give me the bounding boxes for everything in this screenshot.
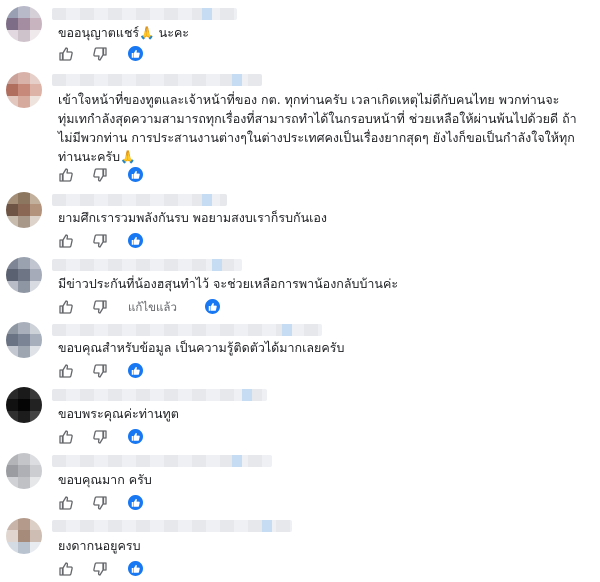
comment-text: ขอบคุณมาก ครับ [58,470,152,489]
comment-line: มีข่าวประกันที่น้องฮสุนทำไว้ จะช่วยเหลือ… [58,276,399,291]
thumbs-up-icon[interactable] [58,429,74,445]
comment-line: ยามศึกเรารวมพลังกันรบ พอยามสงบเราก็รบกัน… [58,210,328,225]
comment-text: ขออนุญาตแชร์🙏 นะคะ [58,23,189,42]
like-reaction-icon[interactable] [205,299,220,314]
commenter-name-blurred[interactable] [52,194,227,206]
comment-line: เข้าใจหน้าที่ของทูตและเจ้าหน้าที่ของ กต.… [58,92,560,107]
comment-text: ยงดากนอยูครบ [58,536,141,555]
thumbs-down-icon[interactable] [92,561,108,577]
like-reaction-icon[interactable] [128,233,143,248]
thumbs-up-icon[interactable] [58,46,74,62]
commenter-name-blurred[interactable] [52,520,292,532]
comment-text: มีข่าวประกันที่น้องฮสุนทำไว้ จะช่วยเหลือ… [58,274,398,293]
comment-line: ขอบคุณสำหรับข้อมูล เป็นความรู้ติดตัวได้ม… [58,340,345,355]
commenter-name-blurred[interactable] [52,259,242,271]
like-reaction-icon[interactable] [128,167,143,182]
thumbs-up-icon[interactable] [58,363,74,379]
thumbs-down-icon[interactable] [92,167,108,183]
like-reaction-icon[interactable] [128,495,143,510]
avatar[interactable] [6,72,42,108]
thumbs-down-icon[interactable] [92,495,108,511]
edited-label[interactable]: แก้ไขแล้ว [128,299,177,315]
comment-line: ขอบคุณมาก ครับ [58,472,152,487]
comment-line: ขออนุญาตแชร์🙏 นะคะ [58,25,190,40]
avatar[interactable] [6,257,42,293]
avatar[interactable] [6,453,42,489]
commenter-name-blurred[interactable] [52,8,237,20]
comment-text: เข้าใจหน้าที่ของทูตและเจ้าหน้าที่ของ กต.… [58,90,577,166]
thumbs-down-icon[interactable] [92,429,108,445]
avatar[interactable] [6,387,42,423]
like-reaction-icon[interactable] [128,561,143,576]
thumbs-up-icon[interactable] [58,495,74,511]
avatar[interactable] [6,322,42,358]
avatar[interactable] [6,6,42,42]
like-reaction-icon[interactable] [128,363,143,378]
avatar[interactable] [6,192,42,228]
comment-line: ขอบพระคุณค่ะท่านทูต [58,406,179,421]
comment-line: ไม่มีพวกท่าน การประสานงานต่างๆในต่างประเ… [58,130,575,145]
thumbs-down-icon[interactable] [92,363,108,379]
comment-line: ยงดากนอยูครบ [58,538,141,553]
commenter-name-blurred[interactable] [52,389,267,401]
thumbs-down-icon[interactable] [92,233,108,249]
thumbs-up-icon[interactable] [58,167,74,183]
thumbs-up-icon[interactable] [58,233,74,249]
thumbs-up-icon[interactable] [58,561,74,577]
thumbs-up-icon[interactable] [58,299,74,315]
comment-line: ทุ่มเทกำลังสุดความสามารถทุกเรื่องที่สามา… [58,111,577,126]
commenter-name-blurred[interactable] [52,455,272,467]
comment-text: ยามศึกเรารวมพลังกันรบ พอยามสงบเราก็รบกัน… [58,208,327,227]
commenter-name-blurred[interactable] [52,324,322,336]
comment-text: ขอบคุณสำหรับข้อมูล เป็นความรู้ติดตัวได้ม… [58,338,344,357]
comment-text: ขอบพระคุณค่ะท่านทูต [58,404,179,423]
like-reaction-icon[interactable] [128,46,143,61]
commenter-name-blurred[interactable] [52,74,262,86]
thumbs-down-icon[interactable] [92,299,108,315]
thumbs-down-icon[interactable] [92,46,108,62]
comment-line: ท่านนะครับ🙏 [58,149,136,164]
like-reaction-icon[interactable] [128,429,143,444]
avatar[interactable] [6,518,42,554]
